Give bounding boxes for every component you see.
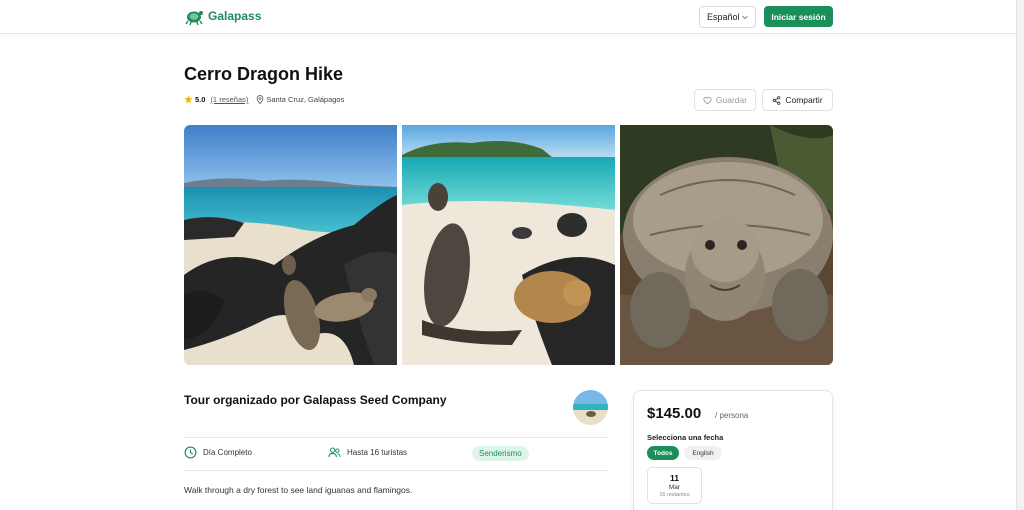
booking-card: $145.00 / persona Selecciona una fecha T…	[633, 390, 833, 510]
users-icon	[328, 447, 341, 458]
divider	[184, 470, 608, 471]
date-option[interactable]: 11 Mar 16 restantes	[647, 467, 702, 504]
save-label: Guardar	[715, 95, 748, 105]
category-badge: Senderismo	[472, 446, 529, 461]
spots-remaining: 16 restantes	[659, 492, 690, 498]
divider	[184, 437, 608, 438]
turtle-logo-icon	[185, 11, 203, 26]
gallery-photo-3[interactable]	[620, 125, 833, 365]
clock-icon	[184, 446, 197, 459]
location-text: Santa Cruz, Galápagos	[266, 95, 345, 104]
location-pin-icon	[257, 95, 264, 104]
tour-description: Walk through a dry forest to see land ig…	[184, 485, 413, 495]
share-icon	[773, 95, 781, 105]
brand-name: Galapass	[208, 9, 262, 23]
brand-logo[interactable]: Galapass	[184, 6, 261, 26]
date-month: Mar	[668, 484, 681, 491]
page-title: Cerro Dragon Hike	[184, 64, 344, 84]
price-unit: / persona	[715, 411, 749, 420]
filter-chip-english[interactable]: English	[684, 446, 722, 460]
host-avatar-image	[573, 390, 608, 425]
group-size-text: Hasta 16 turistas	[347, 448, 408, 457]
gallery-photo-1[interactable]	[184, 125, 397, 365]
feature-duration: Día Completo	[184, 446, 252, 459]
language-value: Español	[707, 12, 740, 22]
price-value: $145.00	[647, 405, 702, 422]
host-title: Tour organizado por Galapass Seed Compan…	[184, 393, 447, 407]
feature-group-size: Hasta 16 turistas	[328, 446, 407, 459]
scrollbar[interactable]	[1016, 0, 1024, 510]
star-icon	[184, 95, 193, 104]
rating-value: 5.0	[195, 95, 206, 104]
chevron-down-icon	[742, 15, 748, 20]
reviews-link[interactable]: (1 reseñas)	[210, 95, 248, 104]
tour-meta: 5.0 (1 reseñas) Santa Cruz, Galápagos	[184, 95, 344, 104]
date-day: 11	[670, 473, 679, 483]
save-button[interactable]: Guardar	[694, 89, 756, 111]
gallery-photo-2[interactable]	[402, 125, 615, 365]
login-button[interactable]: Iniciar sesión	[764, 6, 833, 27]
heart-icon	[703, 96, 712, 104]
giant-tortoise-photo	[620, 125, 833, 365]
share-button[interactable]: Compartir	[762, 89, 833, 111]
filter-chip-all[interactable]: Todos	[647, 446, 679, 460]
sea-lions-on-beach-photo	[402, 125, 615, 365]
top-navbar: Galapass Español Iniciar sesión	[0, 0, 1016, 34]
share-label: Compartir	[785, 95, 823, 105]
avatar[interactable]	[573, 390, 608, 425]
date-picker-label: Selecciona una fecha	[647, 433, 724, 442]
sea-lions-on-rocks-photo	[184, 125, 397, 365]
duration-text: Día Completo	[203, 448, 252, 457]
language-select[interactable]: Español	[699, 6, 756, 28]
